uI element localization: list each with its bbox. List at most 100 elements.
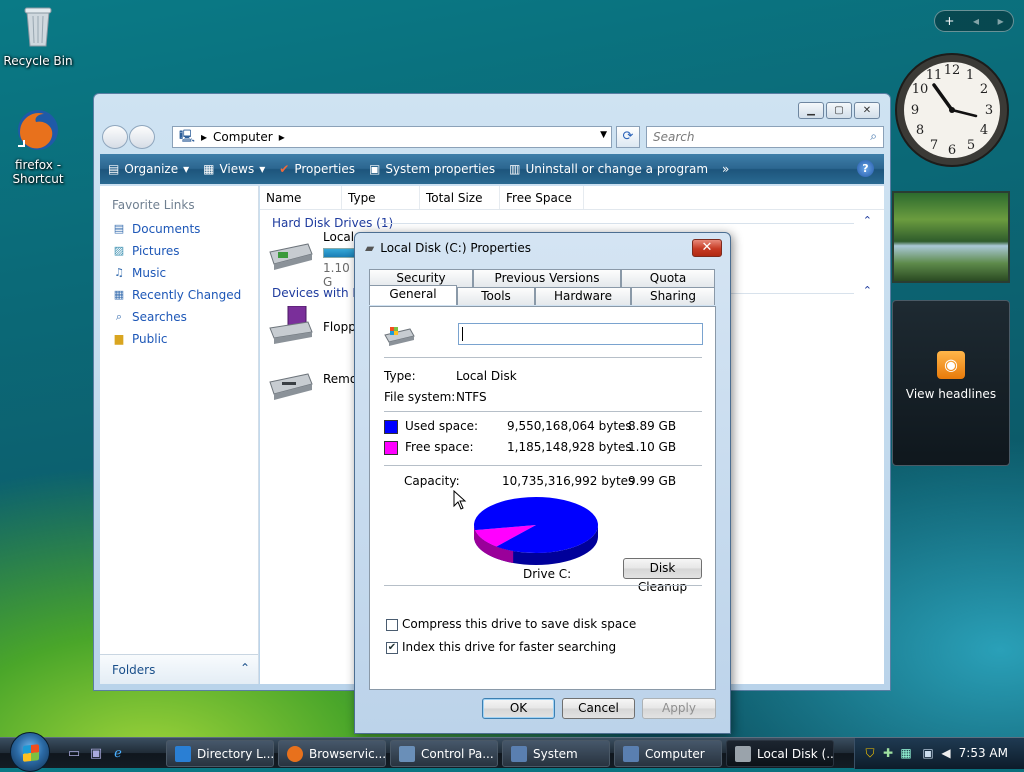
desktop-icon-recycle-bin[interactable]: Recycle Bin	[0, 2, 76, 68]
volume-label-input[interactable]	[458, 323, 703, 345]
column-type[interactable]: Type	[342, 186, 420, 209]
volume-muted-icon[interactable]: ◀	[939, 746, 953, 760]
control-panel-icon	[399, 745, 415, 762]
nav-link-documents[interactable]: ▤ Documents	[100, 218, 258, 240]
dialog-close-button[interactable]: ✕	[692, 239, 722, 257]
windows-update-icon[interactable]: ✚	[881, 746, 895, 760]
tab-previous-versions[interactable]: Previous Versions	[473, 269, 621, 287]
music-icon: ♫	[114, 266, 124, 279]
nav-link-recently-changed[interactable]: ▦ Recently Changed	[100, 284, 258, 306]
more-label: »	[722, 162, 730, 176]
nav-link-pictures[interactable]: ▨ Pictures	[100, 240, 258, 262]
forward-button[interactable]	[129, 125, 155, 149]
apply-button[interactable]: Apply	[642, 698, 716, 719]
back-button[interactable]	[102, 125, 128, 149]
more-commands-button[interactable]: »	[722, 162, 729, 176]
free-space-bytes: 1,185,148,928 bytes	[507, 440, 632, 454]
separator	[384, 465, 702, 466]
tab-sharing[interactable]: Sharing	[631, 287, 715, 305]
taskbar-item-label: Browservic...	[309, 746, 386, 761]
hard-drive-icon	[268, 240, 314, 270]
feed-headlines-gadget[interactable]: ◉ View headlines	[892, 300, 1010, 466]
close-button[interactable]: ✕	[854, 102, 880, 119]
ie-icon	[175, 745, 191, 762]
desktop-icon-label-line1: firefox -	[14, 158, 62, 172]
column-free-space[interactable]: Free Space	[500, 186, 584, 209]
uninstall-program-button[interactable]: ▥ Uninstall or change a program	[509, 162, 708, 176]
navigation-bar: 🖳 ▸ Computer ▸ ▼ ⟳ Search ⌕	[102, 124, 884, 150]
properties-button[interactable]: ✔ Properties	[279, 162, 355, 176]
address-dropdown-icon[interactable]: ▼	[600, 130, 607, 140]
address-bar[interactable]: 🖳 ▸ Computer ▸ ▼	[172, 126, 612, 148]
desktop-icon-firefox[interactable]: firefox - Shortcut	[0, 106, 76, 186]
start-button[interactable]	[10, 732, 50, 772]
refresh-button[interactable]: ⟳	[616, 126, 640, 148]
taskbar-item-computer[interactable]: Computer	[614, 740, 722, 767]
sidebar-gadget-controls[interactable]: + ◂ ▸	[934, 10, 1014, 32]
svg-text:7: 7	[930, 138, 938, 153]
switch-windows-icon[interactable]: ▣	[88, 746, 104, 762]
maximize-button[interactable]: ▢	[826, 102, 852, 119]
taskbar-item-directory[interactable]: Directory L...	[166, 740, 274, 767]
compress-drive-checkbox[interactable]	[386, 619, 398, 631]
file-system-value: NTFS	[456, 390, 487, 404]
help-icon[interactable]: ?	[857, 160, 874, 177]
favorite-links-header: Favorite Links	[112, 198, 195, 212]
network-icon[interactable]: ▣	[921, 746, 935, 760]
taskbar-item-local-disk[interactable]: Local Disk (...	[726, 740, 834, 767]
internet-explorer-icon[interactable]: ℯ	[110, 746, 126, 762]
disk-cleanup-button[interactable]: Disk Cleanup	[623, 558, 702, 594]
file-system-label: File system:	[384, 390, 456, 404]
local-disk-icon	[384, 325, 416, 352]
svg-text:4: 4	[980, 123, 988, 138]
taskbar-clock[interactable]: 7:53 AM	[959, 746, 1008, 760]
search-icon[interactable]: ⌕	[870, 129, 877, 144]
cancel-button[interactable]: Cancel	[562, 698, 635, 719]
capacity-gb: 9.99 GB	[628, 474, 677, 488]
used-space-swatch	[384, 420, 398, 434]
tab-general[interactable]: General	[369, 285, 457, 305]
next-gadget-icon[interactable]: ▸	[998, 14, 1004, 28]
taskbar: ▭ ▣ ℯ Directory L... Browservic... Contr…	[0, 732, 1024, 772]
capacity-label: Capacity:	[404, 474, 460, 488]
search-input[interactable]: Search ⌕	[646, 126, 884, 148]
nav-link-public[interactable]: ▆ Public	[100, 328, 258, 350]
taskbar-item-control-panel[interactable]: Control Pa...	[390, 740, 498, 767]
minimize-button[interactable]: ▁	[798, 102, 824, 119]
chevron-up-icon[interactable]: ⌃	[863, 284, 872, 297]
nav-link-label: Documents	[132, 222, 201, 236]
drive-letter-label: Drive C:	[523, 567, 572, 581]
security-center-icon[interactable]: ▦	[899, 746, 913, 760]
column-name[interactable]: Name	[260, 186, 342, 209]
tab-hardware[interactable]: Hardware	[535, 287, 631, 305]
index-drive-checkbox[interactable]: ✔	[386, 642, 398, 654]
security-shield-icon[interactable]: ⛉	[863, 746, 877, 760]
nav-link-label: Music	[132, 266, 167, 280]
views-button[interactable]: ▦ Views ▾	[203, 162, 265, 176]
nav-link-searches[interactable]: ⌕ Searches	[100, 306, 258, 328]
taskbar-item-system[interactable]: System	[502, 740, 610, 767]
search-placeholder: Search	[653, 130, 695, 144]
separator	[384, 585, 702, 586]
capacity-bytes: 10,735,316,992 bytes	[502, 474, 635, 488]
svg-text:9: 9	[911, 103, 919, 118]
tab-tools[interactable]: Tools	[457, 287, 535, 305]
column-total-size[interactable]: Total Size	[420, 186, 500, 209]
add-gadget-icon[interactable]: +	[944, 14, 954, 28]
nav-link-music[interactable]: ♫ Music	[100, 262, 258, 284]
folders-toggle[interactable]: Folders ⌃	[100, 654, 258, 684]
mouse-cursor-icon	[453, 490, 467, 510]
svg-text:6: 6	[948, 143, 956, 158]
prev-gadget-icon[interactable]: ◂	[973, 14, 979, 28]
window-controls: ▁ ▢ ✕	[798, 102, 880, 119]
ok-button[interactable]: OK	[482, 698, 555, 719]
floppy-drive-icon	[268, 305, 314, 346]
tab-quota[interactable]: Quota	[621, 269, 715, 287]
uninstall-label: Uninstall or change a program	[525, 162, 709, 176]
free-space-gb: 1.10 GB	[628, 440, 677, 454]
show-desktop-icon[interactable]: ▭	[66, 746, 82, 762]
organize-button[interactable]: ▤ Organize ▾	[108, 162, 189, 176]
system-properties-button[interactable]: ▣ System properties	[369, 162, 495, 176]
taskbar-item-browservice[interactable]: Browservic...	[278, 740, 386, 767]
chevron-up-icon[interactable]: ⌃	[863, 214, 872, 227]
